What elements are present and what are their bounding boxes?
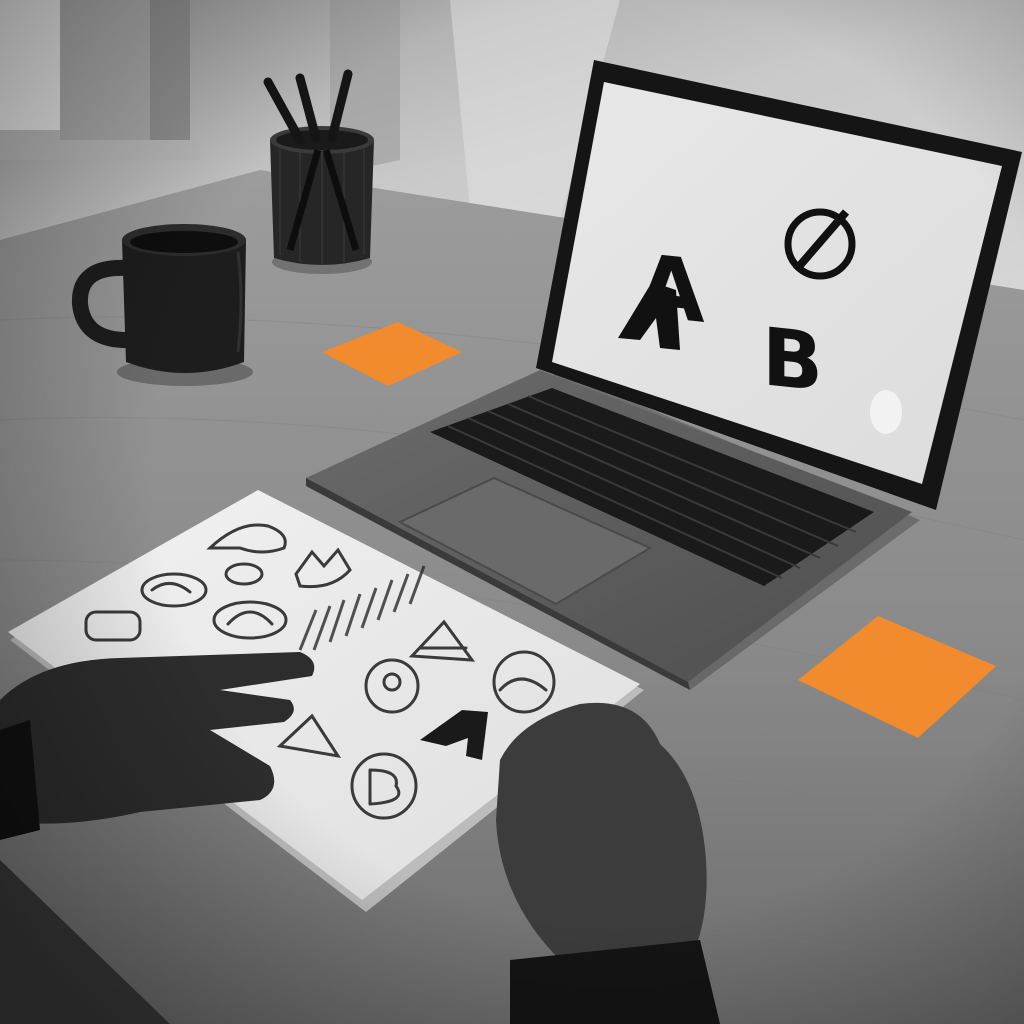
vignette (0, 0, 1024, 1024)
desk-scene: A B (0, 0, 1024, 1024)
scene-illustration: A B (0, 0, 1024, 1024)
